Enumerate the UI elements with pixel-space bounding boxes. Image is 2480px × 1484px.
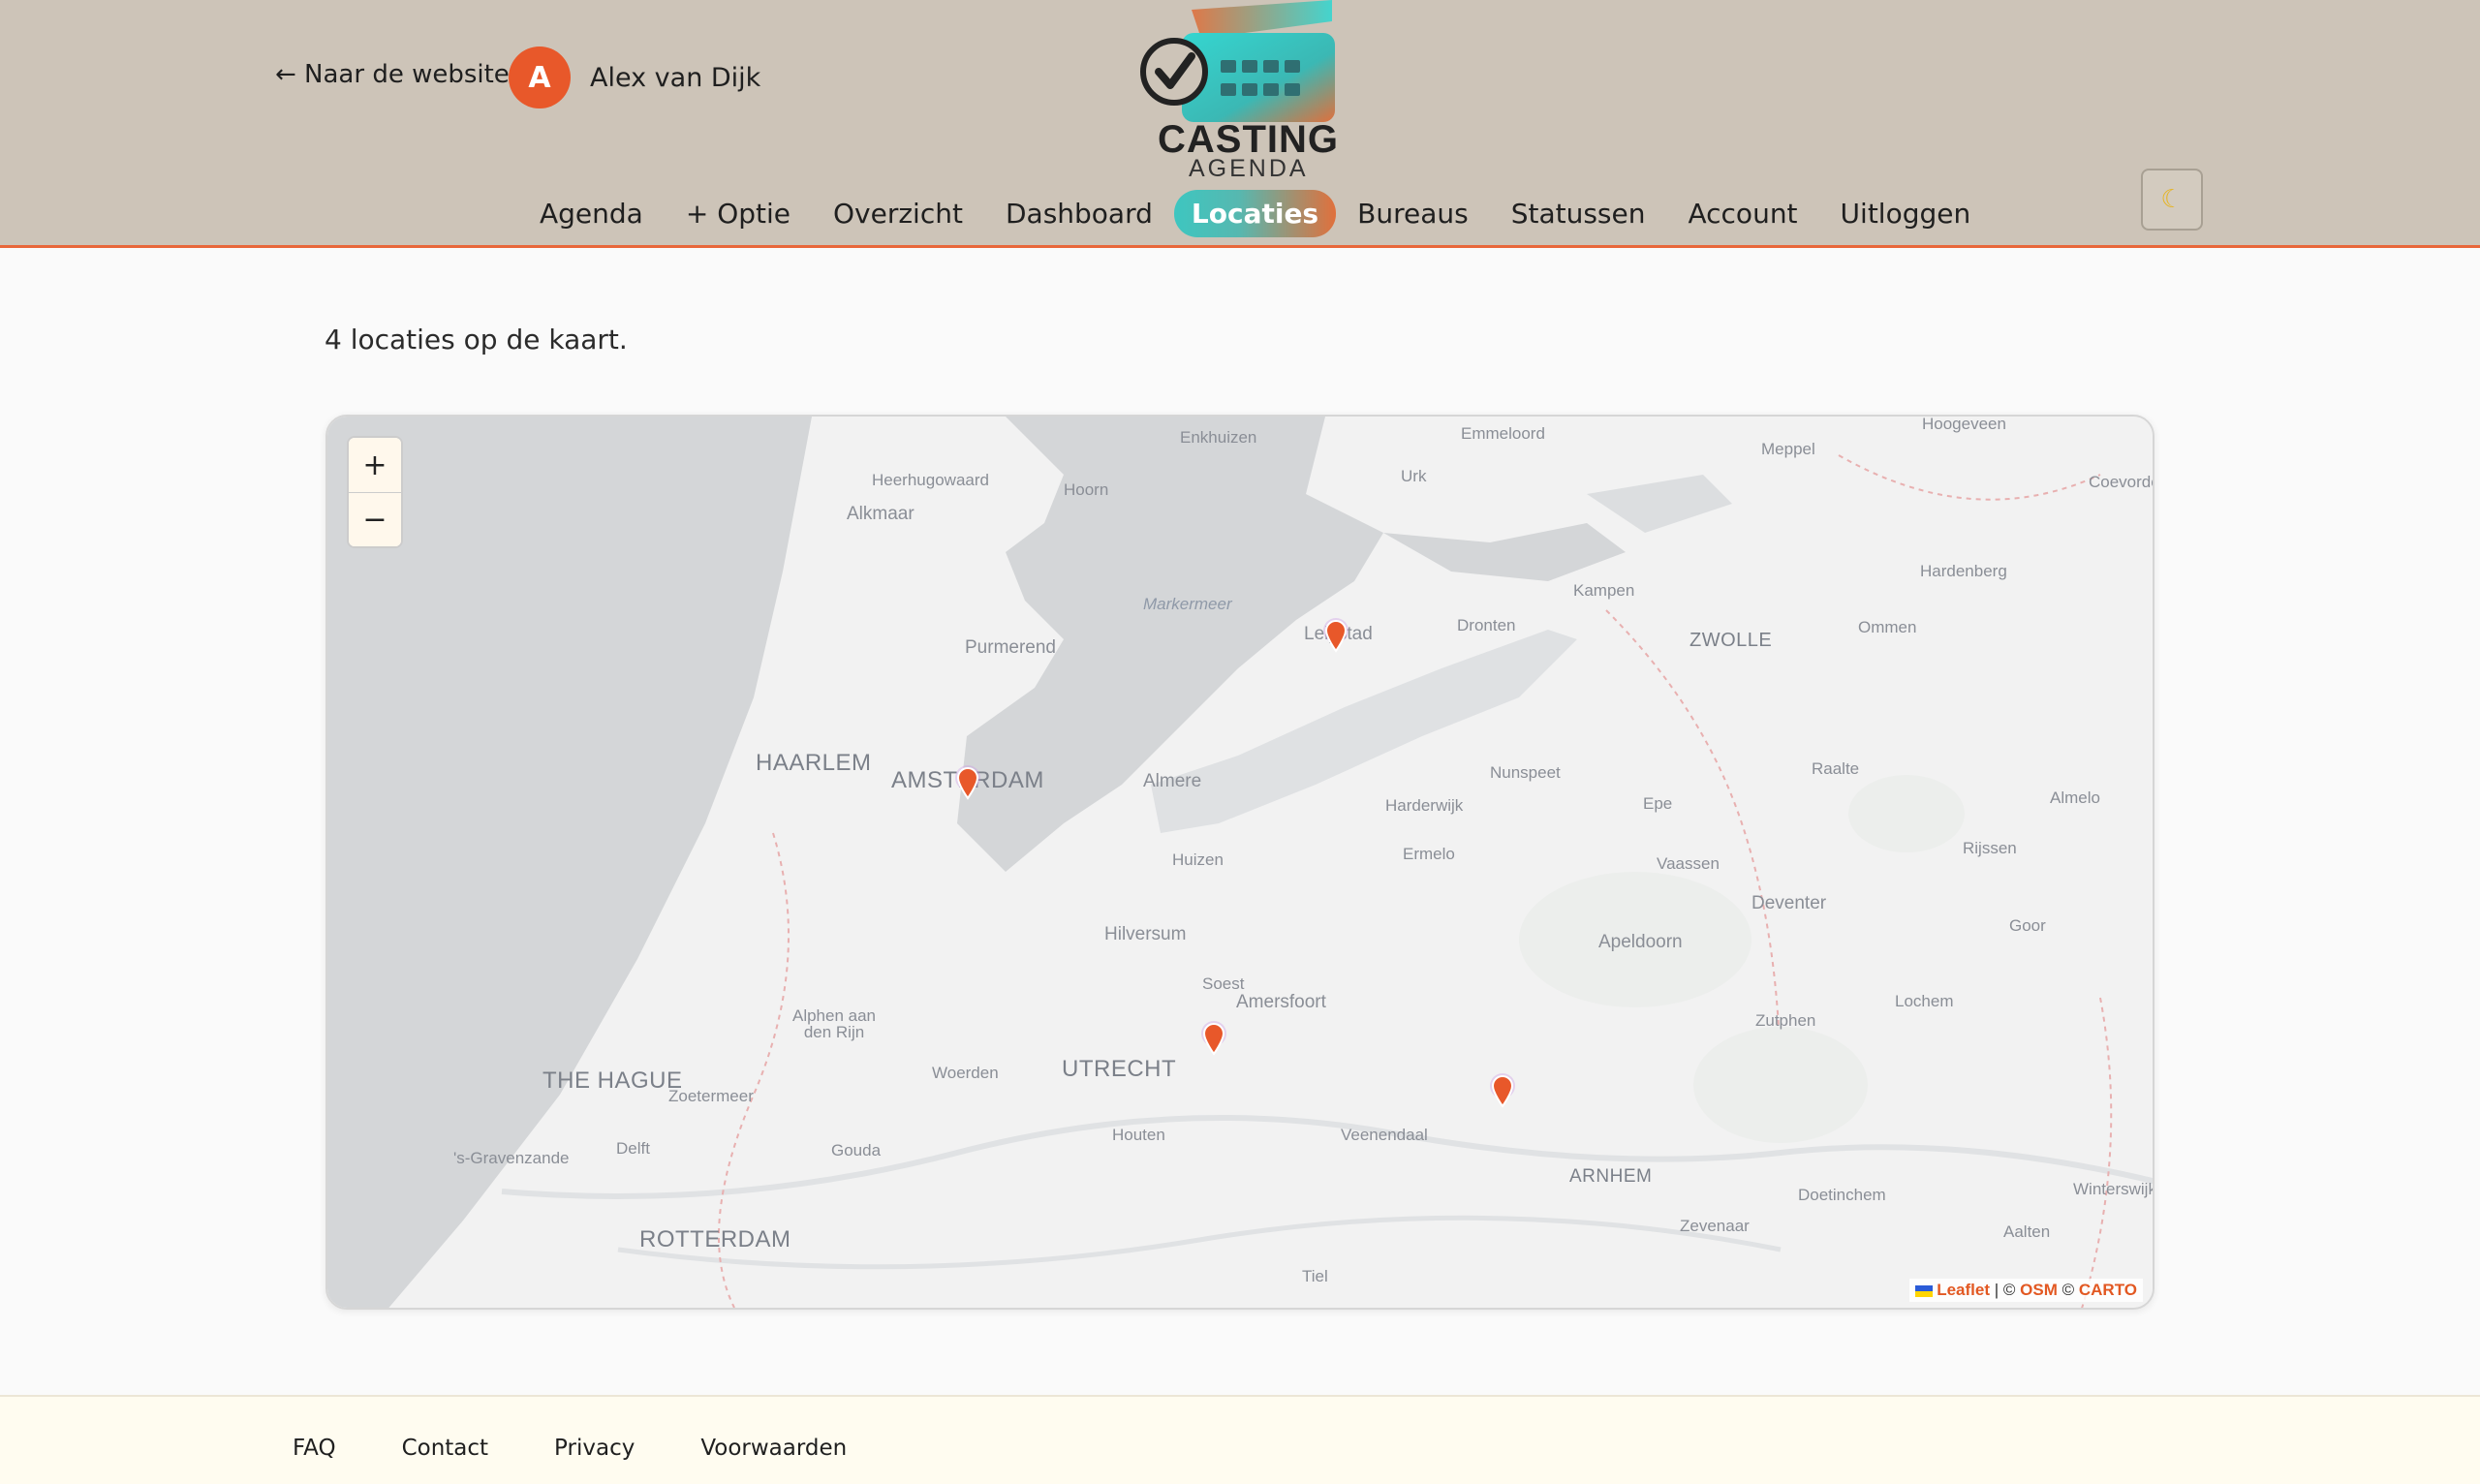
map-marker[interactable] xyxy=(1323,618,1348,653)
map-label: Purmerend xyxy=(965,637,1056,658)
map-label: 's-Gravenzande xyxy=(453,1149,570,1167)
site-footer: FAQ Contact Privacy Voorwaarden xyxy=(0,1395,2480,1484)
carto-link[interactable]: CARTO xyxy=(2079,1281,2137,1299)
map-label: Huizen xyxy=(1172,850,1224,869)
site-header: ← Naar de website A Alex van Dijk CASTIN… xyxy=(0,0,2480,248)
map-label: Alphen aan den Rijn xyxy=(791,1006,877,1041)
zoom-in-button[interactable]: + xyxy=(349,438,401,492)
map-label: Amersfoort xyxy=(1236,992,1326,1012)
theme-toggle-button[interactable]: ☾ xyxy=(2141,169,2203,231)
nav-item-uitloggen[interactable]: Uitloggen xyxy=(1819,190,1993,237)
map-label: Alkmaar xyxy=(847,504,914,524)
map-marker[interactable] xyxy=(1490,1073,1515,1108)
map-label: ROTTERDAM xyxy=(639,1226,791,1252)
map-label: Veenendaal xyxy=(1341,1126,1428,1144)
map-label: Emmeloord xyxy=(1461,424,1545,443)
logo-subtitle: AGENDA xyxy=(1189,155,1309,182)
nav-item-optie[interactable]: + Optie xyxy=(665,190,812,237)
nav-item-bureaus[interactable]: Bureaus xyxy=(1336,190,1490,237)
nav-item-dashboard[interactable]: Dashboard xyxy=(984,190,1174,237)
map-label: Winterswijk xyxy=(2073,1180,2154,1198)
nav-item-account[interactable]: Account xyxy=(1666,190,1818,237)
map-label: Epe xyxy=(1643,794,1673,813)
map-label: Lochem xyxy=(1895,992,1954,1010)
map-label: Meppel xyxy=(1761,440,1815,458)
map-label: Heerhugowaard xyxy=(872,471,989,489)
map-label: Ommen xyxy=(1858,618,1917,636)
map-attribution: Leaflet | © OSM © CARTO xyxy=(1909,1279,2143,1302)
map-label: Soest xyxy=(1202,974,1245,993)
map-marker[interactable] xyxy=(955,765,980,800)
map-label: Hoogeveen xyxy=(1922,415,2006,433)
map-label: Deventer xyxy=(1752,893,1827,913)
map-label: Kampen xyxy=(1573,581,1635,600)
map-label: Almere xyxy=(1143,771,1202,791)
map-label: Delft xyxy=(616,1139,650,1158)
map-label: ARNHEM xyxy=(1569,1166,1653,1187)
footer-links: FAQ Contact Privacy Voorwaarden xyxy=(293,1436,847,1461)
map-label: Vaassen xyxy=(1657,854,1720,873)
map-label: Apeldoorn xyxy=(1598,932,1683,952)
nav-item-statussen[interactable]: Statussen xyxy=(1490,190,1667,237)
map-label: Hardenberg xyxy=(1920,562,2007,580)
map-label: Doetinchem xyxy=(1798,1186,1886,1204)
map-label: Almelo xyxy=(2050,788,2100,807)
zoom-out-button[interactable]: − xyxy=(349,492,401,546)
map-label: Harderwijk xyxy=(1385,796,1464,815)
map-label: Zevenaar xyxy=(1680,1217,1750,1235)
attribution-separator: | © xyxy=(1990,1281,2021,1299)
map-label: Woerden xyxy=(932,1064,999,1082)
map-label: Goor xyxy=(2009,916,2046,935)
map-label: Enkhuizen xyxy=(1180,428,1257,447)
nav-item-overzicht[interactable]: Overzicht xyxy=(812,190,984,237)
moon-icon: ☾ xyxy=(2160,185,2184,214)
map-label: Aalten xyxy=(2003,1222,2051,1241)
map-label: Zutphen xyxy=(1755,1011,1816,1030)
user-name: Alex van Dijk xyxy=(590,62,761,93)
avatar[interactable]: A xyxy=(509,46,571,108)
ukraine-flag-icon xyxy=(1915,1284,1934,1297)
nav-item-agenda[interactable]: Agenda xyxy=(518,190,665,237)
footer-link-voorwaarden[interactable]: Voorwaarden xyxy=(700,1436,847,1461)
locations-map[interactable]: Enkhuizen Emmeloord Hoogeveen Heerhugowa… xyxy=(326,415,2154,1310)
map-label: Nunspeet xyxy=(1490,763,1561,782)
map-marker[interactable] xyxy=(1201,1021,1226,1056)
map-label: Raalte xyxy=(1812,759,1860,778)
nav-item-locaties[interactable]: Locaties xyxy=(1173,190,1337,237)
map-label: Dronten xyxy=(1457,616,1516,634)
map-label: Hilversum xyxy=(1104,924,1187,944)
map-label: Tiel xyxy=(1302,1267,1328,1285)
zoom-control: + − xyxy=(347,436,403,548)
locations-summary: 4 locaties op de kaart. xyxy=(325,324,628,356)
map-label: Hoorn xyxy=(1064,480,1109,499)
map-label: Urk xyxy=(1401,467,1427,485)
footer-link-privacy[interactable]: Privacy xyxy=(554,1436,635,1461)
user-info: A Alex van Dijk xyxy=(509,46,760,108)
map-label: Zoetermeer xyxy=(668,1087,754,1105)
map-label: THE HAGUE xyxy=(542,1067,683,1094)
map-label: Gouda xyxy=(831,1141,882,1159)
map-label: Ermelo xyxy=(1403,845,1455,863)
back-to-website-link[interactable]: ← Naar de website xyxy=(275,60,510,89)
map-label: Rijssen xyxy=(1963,839,2017,857)
main-nav: Agenda + Optie Overzicht Dashboard Locat… xyxy=(518,190,1992,237)
attribution-separator: © xyxy=(2057,1281,2079,1299)
map-label: Coevorden xyxy=(2089,473,2153,491)
map-tiles[interactable] xyxy=(327,417,2154,1310)
footer-link-faq[interactable]: FAQ xyxy=(293,1436,336,1461)
leaflet-link[interactable]: Leaflet xyxy=(1937,1281,1990,1299)
map-label: Houten xyxy=(1112,1126,1165,1144)
map-label: Markermeer xyxy=(1143,595,1232,613)
osm-link[interactable]: OSM xyxy=(2020,1281,2058,1299)
map-label: HAARLEM xyxy=(756,750,872,776)
map-label: ZWOLLE xyxy=(1690,630,1773,651)
footer-link-contact[interactable]: Contact xyxy=(402,1436,488,1461)
map-label: UTRECHT xyxy=(1062,1056,1177,1082)
